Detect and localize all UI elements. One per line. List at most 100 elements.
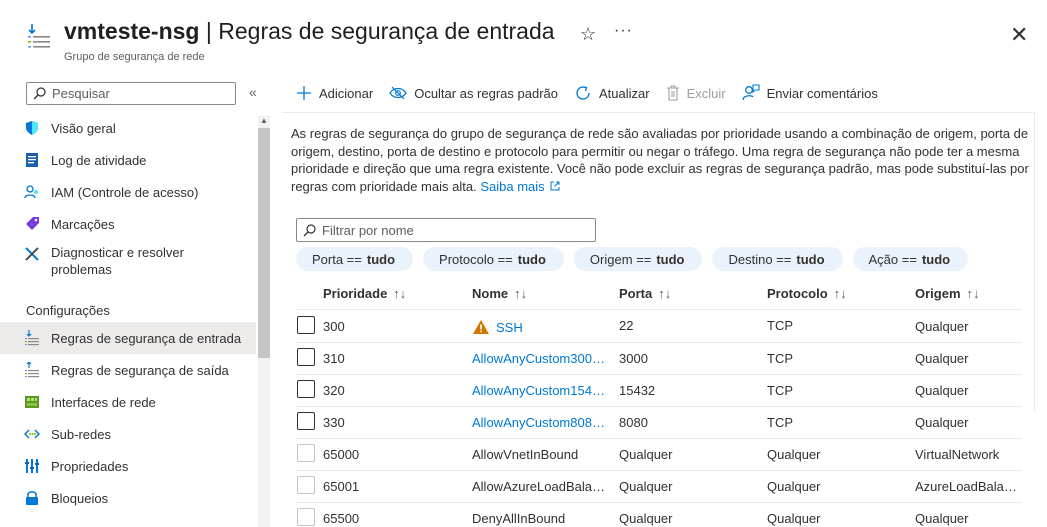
filter-by-name-input[interactable]: Filtrar por nome (296, 218, 596, 242)
cell-protocol: TCP (767, 318, 793, 333)
table-row[interactable]: 330 AllowAnyCustom8080I... 8080 TCP Qual… (296, 407, 1022, 439)
external-link-icon (550, 181, 560, 190)
cell-protocol: TCP (767, 351, 793, 366)
sidebar-item-properties[interactable]: Propriedades (0, 450, 256, 482)
table-row[interactable]: 300 SSH 22 TCP Qualquer (296, 311, 1022, 343)
table-row[interactable]: 65500 DenyAllInBound Qualquer Qualquer Q… (296, 503, 1022, 527)
scroll-up-icon[interactable]: ▲ (260, 116, 268, 125)
filter-pills: Porta == tudo Protocolo == tudo Origem == t… (296, 247, 978, 271)
filter-pill-port[interactable]: Porta == tudo (296, 247, 414, 271)
page-title: vmteste-nsg | Regras de segurança de ent… (64, 18, 555, 45)
row-checkbox[interactable] (297, 316, 315, 334)
plus-icon (296, 85, 312, 101)
sidebar-item-activity-log[interactable]: Log de atividade (0, 144, 256, 176)
cell-port: Qualquer (619, 511, 673, 526)
lock-icon (24, 490, 40, 506)
sidebar-item-label: Marcações (51, 216, 115, 232)
refresh-label: Atualizar (599, 85, 650, 101)
filter-placeholder: Filtrar por nome (322, 222, 414, 238)
collapse-menu-icon[interactable]: « (249, 84, 257, 100)
description-text: As regras de segurança do grupo de segur… (291, 125, 1031, 195)
column-label: Nome (472, 286, 509, 301)
menu-scrollbar[interactable]: ▲ (258, 116, 270, 527)
cell-protocol: TCP (767, 383, 793, 398)
row-checkbox[interactable] (297, 380, 315, 398)
cell-port: 15432 (619, 383, 656, 398)
cell-name-link[interactable]: AllowAnyCustom8080I... (472, 415, 609, 430)
send-feedback-button[interactable]: Enviar comentários (741, 84, 878, 102)
cell-priority: 320 (323, 383, 345, 398)
column-header-port[interactable]: Porta ↑↓ (619, 286, 739, 301)
filter-pill-action[interactable]: Ação == tudo (852, 247, 969, 271)
trash-icon (666, 85, 680, 101)
table-row[interactable]: 65000 AllowVnetInBound Qualquer Qualquer… (296, 439, 1022, 471)
rules-table-header: Prioridade ↑↓ Nome ↑↓ Porta ↑↓ Protocolo ↑↓ … (296, 278, 1022, 310)
more-options-icon[interactable]: ··· (614, 22, 633, 40)
sidebar-item-overview[interactable]: Visão geral (0, 112, 256, 144)
content-right-border (1034, 112, 1035, 412)
pill-label: Origem == (589, 251, 652, 267)
column-header-source[interactable]: Origem ↑↓ (915, 286, 1022, 301)
table-row[interactable]: 65001 AllowAzureLoadBalan... Qualquer Qu… (296, 471, 1022, 503)
cell-name-link[interactable]: SSH (472, 319, 609, 335)
sort-icon: ↑↓ (514, 286, 528, 301)
sidebar-item-outbound-rules[interactable]: Regras de segurança de saída (0, 354, 256, 386)
cell-name-link[interactable]: AllowAnyCustom3000I... (472, 351, 609, 366)
feedback-icon (741, 84, 760, 102)
row-checkbox-disabled (297, 476, 315, 494)
delete-button[interactable]: Excluir (666, 85, 726, 101)
sidebar-item-label: Diagnosticar e resolver problemas (51, 245, 184, 277)
column-header-priority[interactable]: Prioridade ↑↓ (323, 286, 433, 301)
cell-name: DenyAllInBound (472, 511, 566, 526)
filter-pill-protocol[interactable]: Protocolo == tudo (423, 247, 564, 271)
add-button[interactable]: Adicionar (296, 85, 373, 101)
sidebar-item-inbound-rules[interactable]: Regras de segurança de entrada (0, 322, 256, 354)
learn-more-link[interactable]: Saiba mais (480, 179, 560, 194)
row-checkbox[interactable] (297, 412, 315, 430)
table-row[interactable]: 310 AllowAnyCustom3000I... 3000 TCP Qual… (296, 343, 1022, 375)
shield-icon (24, 120, 40, 136)
sort-icon: ↑↓ (393, 286, 407, 301)
menu-search-input[interactable]: Pesquisar (26, 82, 236, 105)
filter-pill-destination[interactable]: Destino == tudo (712, 247, 843, 271)
refresh-button[interactable]: Atualizar (574, 84, 650, 102)
filter-pill-source[interactable]: Origem == tudo (573, 247, 703, 271)
column-label: Origem (915, 286, 961, 301)
sidebar-item-label: Log de atividade (51, 152, 147, 168)
cell-source: Qualquer (915, 415, 969, 430)
activity-log-icon (24, 152, 40, 168)
sidebar-item-tags[interactable]: Marcações (0, 208, 256, 240)
pill-value: tudo (921, 251, 951, 267)
hide-default-label: Ocultar as regras padrão (414, 85, 558, 101)
sidebar-item-subnets[interactable]: Sub-redes (0, 418, 256, 450)
sidebar-item-network-interfaces[interactable]: Interfaces de rede (0, 386, 256, 418)
sidebar-item-iam[interactable]: IAM (Controle de acesso) (0, 176, 256, 208)
command-bar: Adicionar Ocultar as regras padrão Atual… (296, 80, 894, 106)
cell-name-link[interactable]: AllowAnyCustom1543... (472, 383, 609, 398)
hide-eye-icon (389, 86, 407, 100)
cell-source: Qualquer (915, 511, 969, 526)
resource-name: vmteste-nsg (64, 18, 200, 44)
search-icon (303, 223, 316, 236)
sort-icon: ↑↓ (658, 286, 672, 301)
table-row[interactable]: 320 AllowAnyCustom1543... 15432 TCP Qual… (296, 375, 1022, 407)
column-label: Porta (619, 286, 653, 301)
column-label: Protocolo (767, 286, 828, 301)
hide-default-rules-button[interactable]: Ocultar as regras padrão (389, 86, 558, 101)
pill-value: tudo (366, 251, 396, 267)
column-header-protocol[interactable]: Protocolo ↑↓ (767, 286, 887, 301)
favorite-star-icon[interactable]: ☆ (580, 24, 596, 45)
cell-priority: 300 (323, 319, 345, 334)
row-checkbox[interactable] (297, 348, 315, 366)
learn-more-label: Saiba mais (480, 178, 545, 194)
sidebar-item-locks[interactable]: Bloqueios (0, 482, 256, 514)
sidebar-item-diagnose[interactable]: Diagnosticar e resolver problemas (0, 240, 256, 288)
close-icon[interactable]: ✕ (1010, 22, 1028, 48)
toolbar-divider (282, 112, 1034, 113)
column-header-name[interactable]: Nome ↑↓ (472, 286, 609, 301)
scrollbar-thumb[interactable] (258, 128, 270, 358)
nsg-resource-icon (28, 24, 50, 48)
sort-icon: ↑↓ (833, 286, 847, 301)
sidebar-item-label: Regras de segurança de entrada (51, 330, 242, 346)
search-placeholder: Pesquisar (52, 86, 110, 101)
